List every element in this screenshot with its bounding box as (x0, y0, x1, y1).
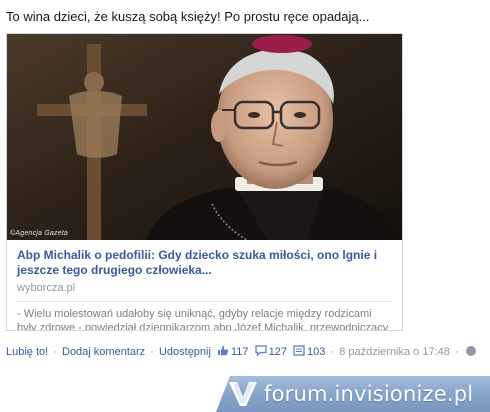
shares-count: 103 (307, 346, 326, 358)
separator-dot: · (454, 346, 459, 358)
bishop-photo (7, 34, 402, 240)
share-source-domain: wyborcza.pl (17, 282, 76, 294)
add-comment-link[interactable]: Dodaj komentarz (62, 346, 145, 358)
like-link[interactable]: Lubię to! (6, 346, 48, 358)
separator-dot: · (330, 346, 335, 358)
link-share-card[interactable]: ©Agencja Gazeta Abp Michalik o pedofilii… (6, 33, 403, 331)
likes-count: 117 (231, 346, 249, 358)
post-timestamp[interactable]: 8 października o 17:48 (339, 346, 450, 358)
separator-dot: · (53, 346, 57, 358)
share-icon (293, 345, 305, 356)
separator-dot: · (150, 346, 154, 358)
share-link[interactable]: Udostępnij (159, 346, 211, 358)
share-thumbnail-image[interactable]: ©Agencja Gazeta (7, 34, 402, 240)
likes-metric[interactable]: 117 (217, 344, 249, 361)
forum-watermark: forum.invisionize.pl (216, 376, 490, 412)
post-action-bar: Lubię to! · Dodaj komentarz · Udostępnij… (6, 344, 476, 361)
v-logo-icon (229, 382, 257, 406)
comments-count: 127 (268, 346, 287, 358)
share-description: - Wielu molestowań udałoby się uniknąć, … (17, 308, 389, 331)
comments-metric[interactable]: 127 (254, 344, 287, 361)
thumbs-up-icon (218, 346, 229, 356)
share-title-link[interactable]: Abp Michalik o pedofilii: Gdy dziecko sz… (17, 248, 392, 278)
image-credit: ©Agencja Gazeta (10, 230, 68, 237)
speech-bubble-icon (254, 345, 267, 356)
shares-metric[interactable]: 103 (293, 344, 325, 361)
watermark-text: forum.invisionize.pl (264, 382, 474, 406)
globe-icon[interactable] (465, 346, 476, 356)
post-text: To wina dzieci, że kuszą sobą księży! Po… (6, 9, 370, 24)
divider (17, 301, 392, 302)
